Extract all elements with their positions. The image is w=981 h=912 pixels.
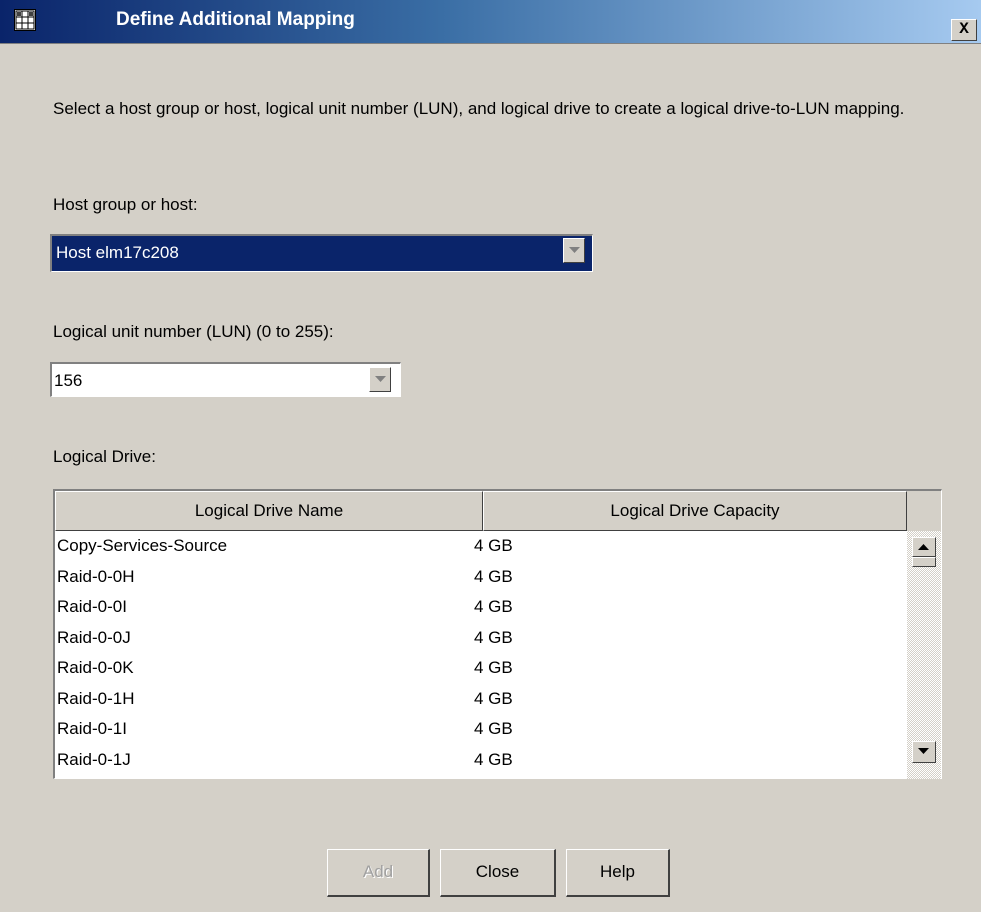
grid-table-icon — [14, 9, 36, 31]
help-button[interactable]: Help — [566, 849, 670, 897]
scroll-down-button[interactable] — [912, 741, 936, 763]
host-label: Host group or host: — [53, 195, 198, 214]
drive-capacity-cell: 4 GB — [474, 536, 513, 555]
drive-capacity-cell: 4 GB — [474, 749, 513, 769]
drive-capacity-cell: 4 GB — [474, 566, 513, 586]
column-header-name[interactable]: Logical Drive Name — [55, 491, 483, 531]
vertical-scrollbar[interactable] — [907, 531, 941, 779]
drive-capacity-cell: 4 GB — [474, 658, 513, 677]
column-header-capacity[interactable]: Logical Drive Capacity — [483, 491, 907, 531]
triangle-down-icon — [375, 376, 386, 382]
host-select-value: Host elm17c208 — [56, 243, 179, 262]
table-header: Logical Drive Name Logical Drive Capacit… — [55, 491, 941, 531]
table-row[interactable]: Raid-0-0K 4 GB — [55, 653, 907, 684]
drive-name-cell: Copy-Services-Source — [57, 536, 228, 555]
lun-select[interactable]: 156 — [50, 362, 401, 397]
scroll-up-button[interactable] — [912, 537, 936, 557]
logical-drive-label: Logical Drive: — [53, 447, 156, 466]
table-row[interactable]: Raid-0-0J 4 GB — [55, 623, 907, 654]
table-body: Copy-Services-Source 4 GB Raid-0-0H 4 GB… — [55, 531, 907, 779]
lun-label: Logical unit number (LUN) (0 to 255): — [53, 322, 334, 341]
drive-name-cell: Raid-0-0H — [57, 566, 135, 586]
lun-dropdown-button[interactable] — [369, 367, 391, 392]
logical-drive-table[interactable]: Logical Drive Name Logical Drive Capacit… — [53, 489, 942, 779]
title-bar: Define Additional Mapping X — [0, 0, 981, 44]
drive-capacity-cell: 4 GB — [474, 688, 513, 708]
table-row[interactable]: Raid-0-0H 4 GB — [55, 562, 907, 593]
table-row[interactable]: Raid-0-0I 4 GB — [55, 592, 907, 623]
drive-name-cell: Raid-0-0J — [57, 627, 131, 647]
host-select[interactable]: Host elm17c208 — [50, 234, 593, 272]
instruction-text: Select a host group or host, logical uni… — [53, 99, 905, 118]
table-row[interactable]: Raid-0-1H 4 GB — [55, 684, 907, 715]
drive-name-cell: Raid-0-1I — [57, 719, 127, 738]
scrollbar-thumb[interactable] — [912, 557, 936, 567]
drive-capacity-cell: 4 GB — [474, 597, 513, 616]
drive-name-cell: Raid-0-0I — [57, 597, 127, 616]
drive-capacity-cell: 4 GB — [474, 719, 513, 738]
drive-name-cell: Raid-0-1H — [57, 688, 135, 708]
host-dropdown-button[interactable] — [563, 238, 585, 263]
table-row[interactable]: Raid-0-1J 4 GB — [55, 745, 907, 776]
drive-name-cell: Raid-0-0K — [57, 658, 134, 677]
window-title: Define Additional Mapping — [116, 9, 355, 30]
drive-capacity-cell: 4 GB — [474, 627, 513, 647]
close-window-button[interactable]: X — [951, 19, 977, 41]
triangle-up-icon — [918, 544, 929, 550]
close-button[interactable]: Close — [440, 849, 556, 897]
triangle-down-icon — [918, 748, 929, 754]
drive-name-cell: Raid-0-1J — [57, 749, 131, 769]
triangle-down-icon — [569, 247, 580, 253]
lun-select-value: 156 — [54, 371, 83, 390]
table-row[interactable]: Raid-0-1I 4 GB — [55, 714, 907, 745]
table-row[interactable]: Copy-Services-Source 4 GB — [55, 531, 907, 562]
add-button[interactable]: Add — [327, 849, 430, 897]
